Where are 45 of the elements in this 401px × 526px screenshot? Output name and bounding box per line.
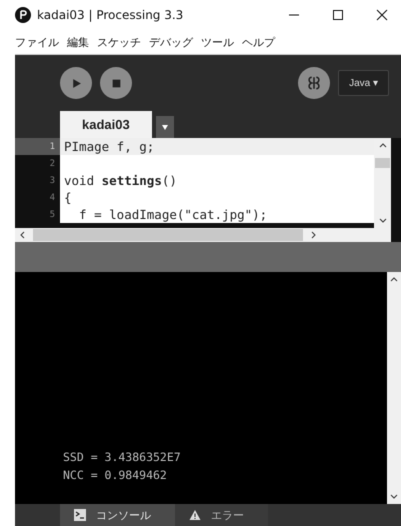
close-icon[interactable] <box>376 9 388 21</box>
tab-menu-button[interactable] <box>156 116 174 138</box>
menu-item[interactable]: 編集 <box>67 34 89 50</box>
horizontal-scrollbar[interactable] <box>15 228 391 242</box>
scroll-right-icon[interactable] <box>309 231 317 239</box>
scroll-up-icon[interactable] <box>378 142 386 150</box>
console-line: NCC = 0.9849462 <box>63 467 168 484</box>
caret-icon <box>160 123 169 131</box>
butterfly-icon <box>306 75 322 91</box>
menu-item[interactable]: ファイル <box>15 34 59 50</box>
mode-dropdown[interactable]: Java ▾ <box>338 70 389 96</box>
scroll-left-icon[interactable] <box>19 231 27 239</box>
warning-icon <box>189 509 201 521</box>
stop-icon <box>110 78 122 88</box>
maximize-icon[interactable] <box>332 9 344 21</box>
scroll-down-icon[interactable] <box>390 492 398 500</box>
menu-item[interactable]: スケッチ <box>97 34 141 50</box>
line-number: 5 <box>15 206 60 223</box>
terminal-icon <box>74 509 86 521</box>
debug-button[interactable] <box>298 67 330 99</box>
panel-tab[interactable]: コンソール <box>60 504 175 526</box>
panel-tab[interactable]: エラー <box>175 504 268 526</box>
play-icon <box>70 78 82 88</box>
menu-item[interactable]: ツール <box>201 34 234 50</box>
line-number: 2 <box>15 155 60 172</box>
stop-button[interactable] <box>100 67 132 99</box>
code-text: { <box>63 190 72 205</box>
console-line: SSD = 3.4386352E7 <box>63 449 182 466</box>
sketch-tab[interactable]: kadai03 <box>60 111 152 138</box>
code-text: void settings() <box>63 173 177 188</box>
scrollbar-thumb[interactable] <box>375 158 390 168</box>
window-title: kadai03 | Processing 3.3 <box>37 8 184 22</box>
line-number: 3 <box>15 172 60 189</box>
line-number: 4 <box>15 189 60 206</box>
scroll-up-icon[interactable] <box>390 276 398 284</box>
code-text: PImage f, g; <box>63 139 154 154</box>
vertical-scrollbar[interactable] <box>374 138 391 228</box>
console-scrollbar[interactable] <box>387 272 401 504</box>
menu-item[interactable]: ヘルプ <box>242 34 275 50</box>
code-text: f = loadImage("cat.jpg"); <box>78 207 268 222</box>
menu-item[interactable]: デバッグ <box>149 34 193 50</box>
scrollbar-thumb[interactable] <box>33 229 303 241</box>
scroll-down-icon[interactable] <box>378 216 386 224</box>
run-button[interactable] <box>60 67 92 99</box>
line-number: 1 <box>15 138 60 155</box>
